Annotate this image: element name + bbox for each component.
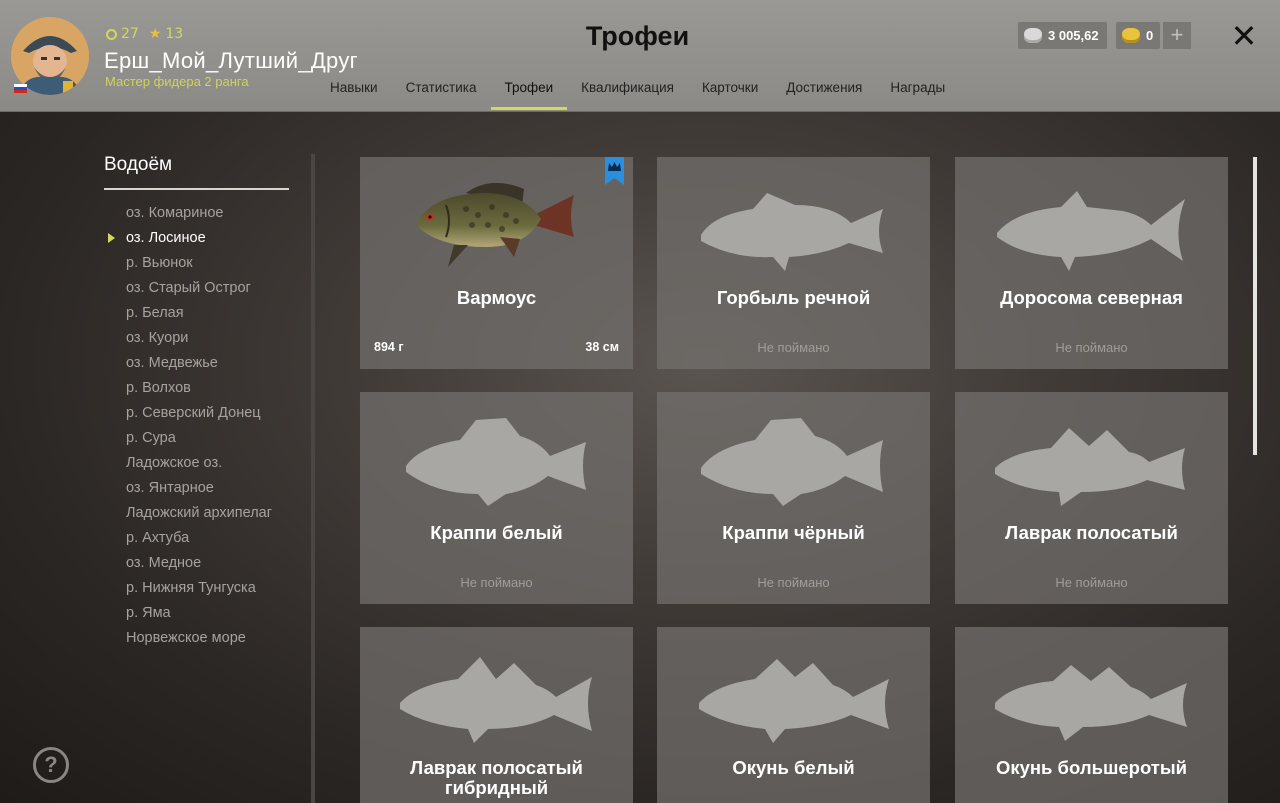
trophy-card[interactable]: Лаврак полосатый Не поймано (955, 392, 1228, 604)
trophy-length: 38 см (585, 340, 619, 354)
waterbody-item[interactable]: Ладожский архипелаг (126, 503, 272, 528)
waterbody-item[interactable]: р. Ахтуба (126, 528, 272, 553)
trophy-name: Краппи белый (430, 522, 563, 543)
waterbody-item-selected[interactable]: оз. Лосиное (107, 228, 272, 253)
trophy-name: Лаврак полосатый гибридный (410, 757, 583, 798)
crappie-fish-silhouette-icon (406, 418, 586, 506)
trophy-status: Не поймано (460, 575, 533, 590)
sidebar-divider (311, 154, 315, 803)
gold-coins-icon (1122, 28, 1140, 43)
waterbody-item[interactable]: р. Волхов (126, 378, 272, 403)
trophy-card[interactable]: Доросома северная Не поймано (955, 157, 1228, 369)
tab-rewards[interactable]: Награды (876, 79, 959, 112)
waterbody-item[interactable]: р. Сура (126, 428, 272, 453)
silver-balance: 3 005,62 (1018, 22, 1107, 49)
bass-fish-silhouette-icon (995, 665, 1187, 741)
trophy-card[interactable]: Краппи чёрный Не поймано (657, 392, 930, 604)
waterbody-item[interactable]: оз. Старый Острог (126, 278, 272, 303)
waterbody-item[interactable]: Ладожское оз. (126, 453, 272, 478)
close-button[interactable]: ✕ (1230, 20, 1258, 52)
trophy-name: Вармоус (456, 287, 537, 308)
trophy-status: Не поймано (1055, 340, 1128, 355)
bass-fish-silhouette-icon (400, 657, 592, 743)
tab-cards[interactable]: Карточки (688, 79, 772, 112)
waterbody-item[interactable]: р. Яма (126, 603, 272, 628)
trophy-card[interactable]: Лаврак полосатый гибридный (360, 627, 633, 803)
profile-tabs: Навыки Статистика Трофеи Квалификация Ка… (316, 79, 959, 112)
waterbody-item[interactable]: Норвежское море (126, 628, 272, 653)
perch-fish-silhouette-icon (699, 659, 889, 743)
waterbody-item[interactable]: оз. Янтарное (126, 478, 272, 503)
trophy-card-caught[interactable]: Вармоус 894 г 38 см (360, 157, 633, 369)
drum-fish-silhouette-icon (701, 193, 883, 271)
trophy-name: Лаврак полосатый (1005, 522, 1178, 543)
shad-fish-silhouette-icon (997, 191, 1185, 271)
trophy-name: Окунь белый (732, 757, 855, 778)
trophy-name: Горбыль речной (716, 287, 871, 308)
trophy-card[interactable]: Окунь белый (657, 627, 930, 803)
tab-skills[interactable]: Навыки (316, 79, 392, 112)
trophy-weight: 894 г (374, 340, 404, 354)
heading-underline (104, 188, 289, 190)
waterbody-item[interactable]: р. Белая (126, 303, 272, 328)
gold-balance: 0 (1116, 22, 1160, 49)
trophy-status: Не поймано (1055, 575, 1128, 590)
waterbody-item[interactable]: оз. Куори (126, 328, 272, 353)
tab-trophies[interactable]: Трофеи (490, 79, 568, 112)
add-gold-button[interactable]: + (1163, 22, 1191, 49)
waterbody-list: оз. Комариное оз. Лосиное р. Вьюнок оз. … (107, 203, 272, 653)
gold-amount: 0 (1146, 28, 1154, 43)
waterbody-heading: Водоём (104, 154, 173, 175)
bass-fish-silhouette-icon (995, 428, 1185, 506)
waterbody-item[interactable]: оз. Медное (126, 553, 272, 578)
silver-coins-icon (1024, 28, 1042, 43)
waterbody-item[interactable]: р. Нижняя Тунгуска (126, 578, 272, 603)
waterbody-item[interactable]: оз. Медвежье (126, 353, 272, 378)
player-rank: Мастер фидера 2 ранга (105, 74, 249, 89)
waterbody-item[interactable]: р. Северский Донец (126, 403, 272, 428)
trophy-scrollbar[interactable] (1253, 157, 1257, 455)
tab-achievements[interactable]: Достижения (772, 79, 876, 112)
trophy-status: Не поймано (757, 340, 830, 355)
crappie-fish-silhouette-icon (701, 418, 883, 506)
trophy-card[interactable]: Краппи белый Не поймано (360, 392, 633, 604)
trophy-name: Доросома северная (1000, 287, 1183, 308)
trophy-status: Не поймано (757, 575, 830, 590)
waterbody-item[interactable]: оз. Комариное (126, 203, 272, 228)
tab-statistics[interactable]: Статистика (392, 79, 491, 112)
top-bar: 27 ★ 13 Ерш_Мой_Лутший_Друг Мастер фидер… (0, 0, 1280, 112)
waterbody-item[interactable]: р. Вьюнок (126, 253, 272, 278)
trophy-card[interactable]: Окунь большеротый (955, 627, 1228, 803)
trophy-name: Краппи чёрный (722, 522, 865, 543)
record-crown-icon (605, 157, 624, 185)
trophy-card[interactable]: Горбыль речной Не поймано (657, 157, 930, 369)
help-button[interactable]: ? (33, 747, 69, 783)
trophy-name: Окунь большеротый (995, 757, 1188, 778)
russia-flag-icon (14, 84, 27, 93)
tab-qualification[interactable]: Квалификация (567, 79, 688, 112)
warmouth-fish-icon (418, 182, 574, 267)
silver-amount: 3 005,62 (1048, 28, 1099, 43)
